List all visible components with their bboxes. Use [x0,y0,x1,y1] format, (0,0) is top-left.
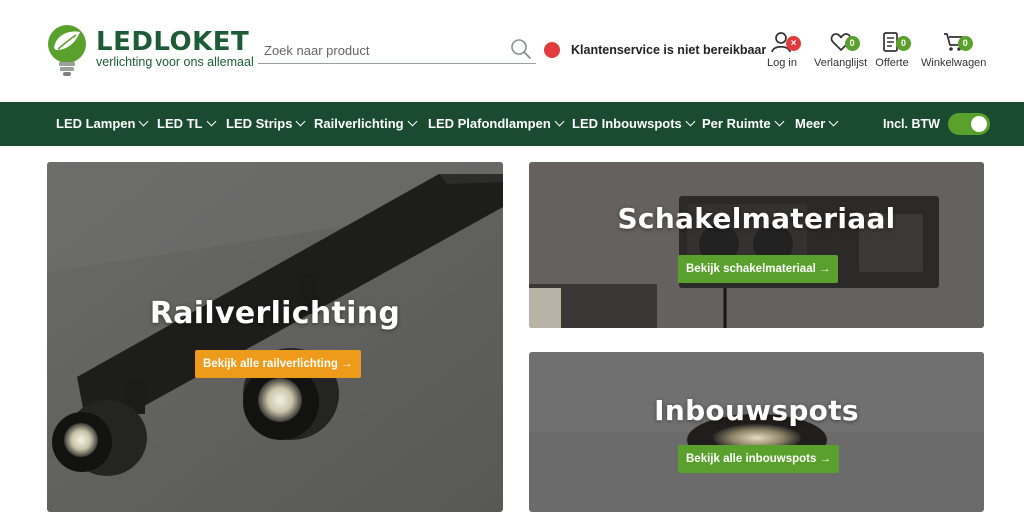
tile-title: Inbouwspots [654,394,859,427]
wishlist-label: Verlanglijst [814,57,868,69]
cart-count-badge: 0 [957,36,973,51]
status-dot-icon [544,42,560,58]
chevron-down-icon [139,116,149,127]
nav-item-railverlichting[interactable]: Railverlichting [314,102,418,146]
quote-label: Offerte [875,57,909,69]
tile-title: Railverlichting [149,296,401,331]
nav-item-label: Per Ruimte [702,116,771,131]
inbouwspots-image [529,352,984,512]
brand-logo[interactable]: LEDLOKET verlichting voor ons allemaal [46,24,256,80]
nav-item-led-tl[interactable]: LED TL [157,102,216,146]
chevron-down-icon [296,116,306,127]
vat-toggle-label: Incl. BTW [883,117,940,131]
nav-item-per-ruimte[interactable]: Per Ruimte [702,102,785,146]
login-button[interactable]: × Log in [762,30,802,74]
customer-service-status: Klantenservice is niet bereikbaar [544,41,766,59]
vat-toggle-group: Incl. BTW [883,102,990,146]
chevron-down-icon [774,116,785,127]
chevron-down-icon [407,116,418,127]
nav-item-label: Railverlichting [314,116,404,131]
nav-item-label: LED TL [157,116,203,131]
chevron-down-icon [554,116,565,127]
nav-item-label: LED Inbouwspots [572,116,682,131]
site-header: LEDLOKET verlichting voor ons allemaal K… [0,0,1024,102]
quote-count-badge: 0 [896,36,911,51]
brand-tagline: verlichting voor ons allemaal [96,55,254,69]
schakelmateriaal-image [529,162,984,328]
toggle-knob [970,116,987,132]
wishlist-button[interactable]: 0 Verlanglijst [814,30,867,74]
chevron-down-icon [206,116,216,127]
tile-inbouwspots[interactable]: Inbouwspots Bekijk alle inbouwspots → [529,352,984,512]
view-all-railverlichting-button[interactable]: Bekijk alle railverlichting → [195,350,361,378]
search-icon[interactable] [510,38,532,60]
nav-item-label: Meer [795,116,826,131]
cart-label: Winkelwagen [921,57,987,69]
nav-item-label: LED Strips [226,116,293,131]
search-input[interactable] [264,40,500,60]
wishlist-count-badge: 0 [844,36,860,51]
view-schakelmateriaal-button[interactable]: Bekijk schakelmateriaal → [678,255,839,283]
login-label: Log in [767,57,797,69]
nav-item-led-lampen[interactable]: LED Lampen [56,102,149,146]
quote-button[interactable]: 0 Offerte [872,30,912,74]
nav-item-label: LED Lampen [56,116,136,131]
nav-item-label: LED Plafondlampen [428,116,551,131]
bulb-leaf-icon [48,25,86,76]
nav-item-led-plafondlampen[interactable]: LED Plafondlampen [428,102,565,146]
nav-item-led-strips[interactable]: LED Strips [226,102,306,146]
view-all-inbouwspots-button[interactable]: Bekijk alle inbouwspots → [678,445,840,473]
nav-item-led-inbouwspots[interactable]: LED Inbouwspots [572,102,696,146]
chevron-down-icon [828,116,839,127]
brand-name: LEDLOKET [96,27,250,57]
tile-title: Schakelmateriaal [617,202,896,235]
main-navigation: LED Lampen LED TL LED Strips Railverlich… [0,102,1024,146]
nav-item-meer[interactable]: Meer [795,102,839,146]
cart-button[interactable]: 0 Winkelwagen [921,30,986,74]
vat-toggle-switch[interactable] [947,113,990,135]
tile-schakelmateriaal[interactable]: Schakelmateriaal Bekijk schakelmateriaal… [529,162,984,328]
railverlichting-image [47,162,503,512]
tile-railverlichting[interactable]: Railverlichting Bekijk alle railverlicht… [47,162,503,512]
status-text: Klantenservice is niet bereikbaar [571,43,767,57]
search-bar [258,36,536,64]
chevron-down-icon [685,116,696,127]
login-status-badge: × [786,36,801,51]
